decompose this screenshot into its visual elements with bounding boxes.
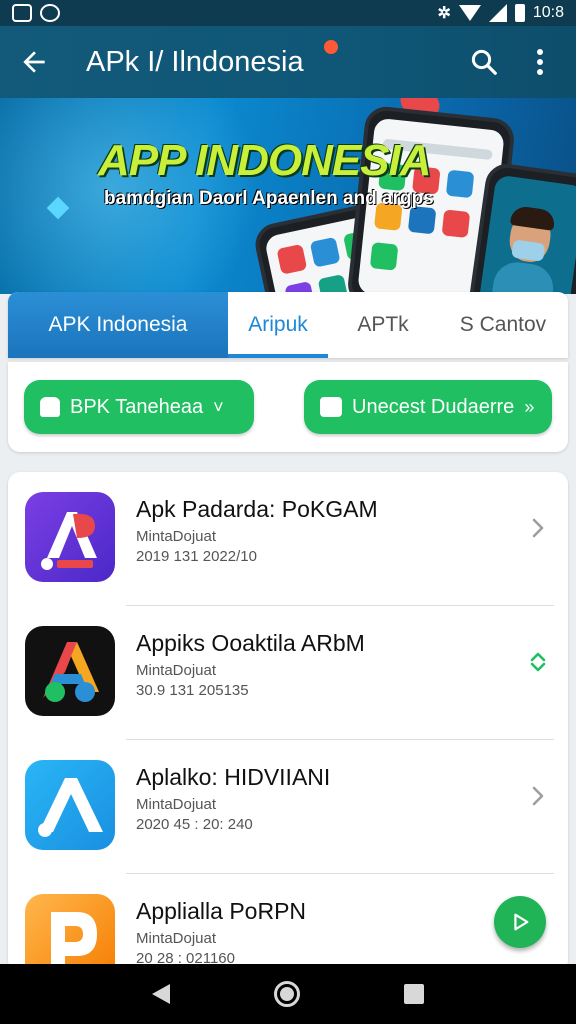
app-subtitle: MintaDojuat: [136, 930, 217, 947]
app-icon: [25, 760, 115, 850]
wifi-icon: [458, 5, 481, 21]
nav-home-dot: [280, 987, 294, 1001]
app-tile: [317, 273, 349, 294]
chevron-updown-icon[interactable]: [526, 650, 550, 674]
arrow-left-icon: [23, 51, 45, 73]
category-filter-label: BPK Taneheaa: [70, 395, 204, 418]
tab-bar: APK Indonesia Aripuk APTk S Cantov: [8, 292, 568, 358]
android-icon: [40, 397, 60, 417]
play-icon: [514, 913, 529, 931]
battery-icon: [514, 4, 525, 22]
banner-title: APP INDONESIA: [98, 136, 432, 185]
app-subtitle: MintaDojuat: [136, 528, 217, 545]
gallery-icon: [12, 4, 32, 22]
app-logo-icon: [51, 912, 97, 972]
app-tile: [369, 242, 399, 271]
chevron-right-icon[interactable]: [526, 784, 550, 808]
nav-recent-icon[interactable]: [404, 984, 424, 1004]
app-tile: [276, 243, 308, 275]
app-tile: [309, 236, 341, 268]
app-name: Appiks Ooaktila ARbM: [136, 630, 365, 656]
app-tile: [445, 169, 475, 199]
app-subtitle: MintaDojuat: [136, 662, 217, 679]
tab-s-cantov[interactable]: S Cantov: [438, 292, 568, 358]
app-tile: [441, 209, 471, 238]
app-logo-icon: [43, 642, 99, 702]
status-bar: ✲ 10:8: [0, 0, 576, 26]
person-image: [488, 200, 561, 294]
app-icon: [25, 492, 115, 582]
bluetooth-icon: ✲: [437, 5, 451, 22]
list-item[interactable]: Aplalko: HIDVIIANI MintaDojuat 2020 45 :…: [8, 740, 568, 874]
status-right: ✲ 10:8: [437, 3, 564, 23]
system-nav-bar: [0, 964, 576, 1024]
more-button[interactable]: [512, 34, 568, 90]
filter-card: BPK Taneheaa ˅ Unecest Dudaerre »: [8, 362, 568, 452]
search-button[interactable]: [456, 34, 512, 90]
double-chevron-icon: »: [524, 396, 535, 417]
back-button[interactable]: [6, 26, 62, 98]
status-left: [12, 4, 60, 22]
list-item[interactable]: Appiks Ooaktila ARbM MintaDojuat 30.9 13…: [8, 606, 568, 740]
app-title-text: APk I/ Ilndonesia: [86, 45, 304, 78]
notification-dot: [324, 39, 338, 54]
app-name: Aplalko: HIDVIIANI: [136, 764, 331, 790]
person-body: [488, 259, 557, 294]
promo-banner[interactable]: APP INDONESIA bamdgian Daorl Apaenlen an…: [0, 98, 576, 294]
sort-filter-label: Unecest Dudaerre: [352, 395, 515, 418]
app-icon: [25, 894, 115, 972]
nav-home-icon[interactable]: [274, 981, 300, 1007]
app-list: Apk Padarda: PoKGAM MintaDojuat 2019 131…: [8, 472, 568, 972]
tab-apk-indonesia[interactable]: APK Indonesia: [8, 292, 228, 358]
app-logo-icon: [38, 778, 103, 837]
chevron-right-icon[interactable]: [526, 516, 550, 540]
notification-icon: [40, 4, 60, 22]
nav-back-icon[interactable]: [152, 984, 170, 1004]
app-meta: 2019 131 2022/10: [136, 548, 257, 565]
play-button[interactable]: [494, 896, 546, 948]
grid-icon: [320, 397, 342, 417]
search-icon: [471, 49, 497, 75]
app-name: Applialla PoRPN: [136, 898, 307, 924]
chevron-down-icon: ˅: [213, 396, 224, 417]
list-item[interactable]: Apk Padarda: PoKGAM MintaDojuat 2019 131…: [8, 472, 568, 606]
list-item[interactable]: Applialla PoRPN MintaDojuat 20 28 : 0211…: [8, 874, 568, 972]
app-title: APk I/ Ilndonesia: [86, 39, 456, 79]
app-bar: APk I/ Ilndonesia: [0, 26, 576, 98]
app-meta: 30.9 131 205135: [136, 682, 249, 699]
app-meta: 2020 45 : 20: 240: [136, 816, 253, 833]
sort-filter-button[interactable]: Unecest Dudaerre »: [304, 380, 552, 434]
tab-aripuk[interactable]: Aripuk: [228, 292, 328, 358]
status-time: 10:8: [532, 4, 564, 21]
app-subtitle: MintaDojuat: [136, 796, 217, 813]
person-mask: [511, 239, 546, 262]
category-filter-button[interactable]: BPK Taneheaa ˅: [24, 380, 254, 434]
phone-screen: [476, 174, 576, 294]
app-logo-icon: [41, 512, 97, 570]
app-tile: [407, 205, 437, 235]
more-vert-icon: [537, 49, 543, 75]
banner-subtitle: bamdgian Daorl Apaenlen and argps: [104, 188, 434, 209]
app-icon: [25, 626, 115, 716]
app-name: Apk Padarda: PoKGAM: [136, 496, 378, 522]
tab-aptk[interactable]: APTk: [328, 292, 438, 358]
signal-icon: [488, 4, 507, 22]
